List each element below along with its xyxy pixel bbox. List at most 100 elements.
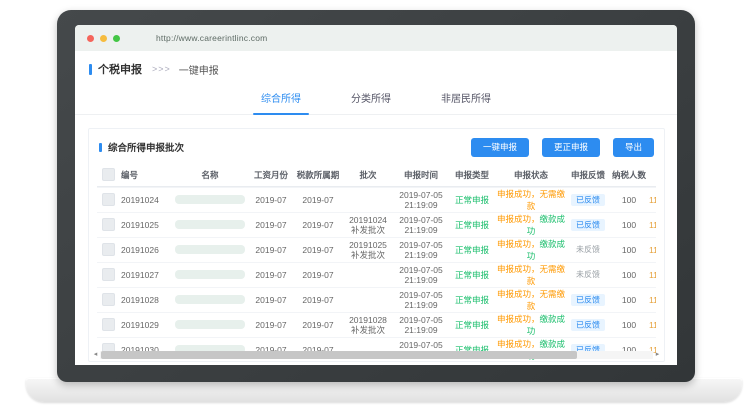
table-row: 201910292019-072019-0720191028补发批次2019-0… <box>97 312 656 337</box>
filing-clock: 21:19:09 <box>393 300 449 310</box>
cell-filing-status: 申报成功，缴款成功 <box>495 238 567 262</box>
cell-batch-id: 20191029 <box>119 320 171 330</box>
cell-filing-type: 正常申报 <box>449 269 495 281</box>
table-row: 201910262019-072019-0720191025补发批次2019-0… <box>97 237 656 262</box>
cell-taxpayer-count: 100 <box>609 320 649 330</box>
row-checkbox[interactable] <box>102 243 115 256</box>
table-body: 201910242019-072019-072019-07-0521:19:09… <box>97 187 656 362</box>
tab-2[interactable]: 非居民所得 <box>431 83 501 114</box>
cell-batch-id: 20191026 <box>119 245 171 255</box>
page-subtitle: 一键申报 <box>179 62 219 77</box>
cell-filing-status: 申报成功，无需缴款 <box>495 263 567 287</box>
row-checkbox[interactable] <box>102 318 115 331</box>
panel-button-0[interactable]: 一键申报 <box>471 138 529 157</box>
breadcrumb-separator: >>> <box>152 64 171 74</box>
panel-header: 综合所得申报批次 一键申报更正申报导出 <box>89 129 664 164</box>
cell-clipped-column: 11 <box>649 295 656 305</box>
column-header-5: 申报时间 <box>393 169 449 181</box>
column-header-4: 批次 <box>343 169 393 181</box>
batch-number: 20191025 <box>343 240 393 250</box>
row-checkbox[interactable] <box>102 193 115 206</box>
column-header-7: 申报状态 <box>495 169 567 181</box>
feedback-badge: 已反馈 <box>571 219 605 231</box>
redacted-name <box>175 195 245 204</box>
scrollbar-thumb[interactable] <box>101 351 577 359</box>
row-checkbox[interactable] <box>102 218 115 231</box>
batch-panel: 综合所得申报批次 一键申报更正申报导出 编号名称工资月份税款所属期批次申报时间申… <box>88 128 665 362</box>
redacted-name <box>175 220 245 229</box>
clipped-value: 11 <box>649 245 656 255</box>
cell-tax-period: 2019-07 <box>293 195 343 205</box>
cell-feedback: 已反馈 <box>567 194 609 205</box>
window-maximize-dot-icon[interactable] <box>113 35 120 42</box>
filing-type-text: 正常申报 <box>455 320 489 330</box>
row-checkbox[interactable] <box>102 268 115 281</box>
window-close-dot-icon[interactable] <box>87 35 94 42</box>
feedback-badge: 未反馈 <box>576 245 600 254</box>
cell-filing-status: 申报成功，缴款成功 <box>495 213 567 237</box>
cell-feedback: 未反馈 <box>567 244 609 255</box>
row-checkbox[interactable] <box>102 293 115 306</box>
filing-date: 2019-07-05 <box>393 340 449 350</box>
clipped-value: 11 <box>649 320 656 330</box>
header-row: 编号名称工资月份税款所属期批次申报时间申报类型申报状态申报反馈纳税人数 <box>97 164 656 187</box>
batch-number: 20191024 <box>343 215 393 225</box>
cell-batch-id: 20191025 <box>119 220 171 230</box>
table-row: 201910272019-072019-072019-07-0521:19:09… <box>97 262 656 287</box>
tab-0[interactable]: 综合所得 <box>251 83 311 114</box>
cell-taxpayer-count: 100 <box>609 270 649 280</box>
scrollbar-track[interactable] <box>100 351 653 359</box>
browser-window: http://www.careerintlinc.com 个税申报 >>> 一键… <box>75 25 677 365</box>
cell-name <box>171 220 249 229</box>
panel-actions: 一键申报更正申报导出 <box>458 138 654 157</box>
panel-button-2[interactable]: 导出 <box>613 138 654 157</box>
cell-filing-type: 正常申报 <box>449 244 495 256</box>
cell-filing-time: 2019-07-0521:19:09 <box>393 315 449 335</box>
panel-button-1[interactable]: 更正申报 <box>542 138 600 157</box>
cell-feedback: 已反馈 <box>567 219 609 230</box>
cell-filing-time: 2019-07-0521:19:09 <box>393 190 449 210</box>
horizontal-scrollbar[interactable]: ◂ ▸ <box>91 350 662 359</box>
filing-clock: 21:19:09 <box>393 225 449 235</box>
cell-filing-type: 正常申报 <box>449 194 495 206</box>
cell-salary-month: 2019-07 <box>249 195 293 205</box>
table-row: 201910242019-072019-072019-07-0521:19:09… <box>97 187 656 212</box>
column-header-9: 纳税人数 <box>609 169 649 181</box>
table-row: 201910252019-072019-0720191024补发批次2019-0… <box>97 212 656 237</box>
select-all-checkbox[interactable] <box>102 168 115 181</box>
status-main-text: 申报成功， <box>497 239 540 249</box>
cell-clipped-column: 11 <box>649 270 656 280</box>
filing-type-text: 正常申报 <box>455 295 489 305</box>
table-row: 201910282019-072019-072019-07-0521:19:09… <box>97 287 656 312</box>
cell-filing-type: 正常申报 <box>449 319 495 331</box>
clipped-value: 11 <box>649 295 656 305</box>
tab-1[interactable]: 分类所得 <box>341 83 401 114</box>
filing-type-text: 正常申报 <box>455 245 489 255</box>
panel-title-wrap: 综合所得申报批次 <box>99 140 184 154</box>
filing-clock: 21:19:09 <box>393 325 449 335</box>
cell-filing-time: 2019-07-0521:19:09 <box>393 265 449 285</box>
cell-filing-type: 正常申报 <box>449 294 495 306</box>
clipped-value: 11 <box>649 195 656 205</box>
cell-clipped-column: 11 <box>649 320 656 330</box>
cell-salary-month: 2019-07 <box>249 295 293 305</box>
cell-filing-time: 2019-07-0521:19:09 <box>393 240 449 260</box>
cell-filing-status: 申报成功，缴款成功 <box>495 313 567 337</box>
cell-tax-period: 2019-07 <box>293 320 343 330</box>
scroll-left-arrow-icon[interactable]: ◂ <box>91 350 100 359</box>
header-checkbox-cell <box>97 168 119 181</box>
address-bar[interactable]: http://www.careerintlinc.com <box>156 33 267 43</box>
panel-title-accent-bar <box>99 143 102 152</box>
browser-chrome: http://www.careerintlinc.com <box>75 25 677 51</box>
cell-batch-id: 20191028 <box>119 295 171 305</box>
table-header-row: 编号名称工资月份税款所属期批次申报时间申报类型申报状态申报反馈纳税人数 <box>97 164 656 187</box>
page-title: 个税申报 <box>98 61 142 77</box>
cell-tax-period: 2019-07 <box>293 270 343 280</box>
table-viewport: 编号名称工资月份税款所属期批次申报时间申报类型申报状态申报反馈纳税人数 2019… <box>97 164 656 362</box>
cell-name <box>171 320 249 329</box>
window-minimize-dot-icon[interactable] <box>100 35 107 42</box>
cell-filing-type: 正常申报 <box>449 219 495 231</box>
scroll-right-arrow-icon[interactable]: ▸ <box>653 350 662 359</box>
checkbox-cell <box>97 193 119 206</box>
filing-type-text: 正常申报 <box>455 270 489 280</box>
